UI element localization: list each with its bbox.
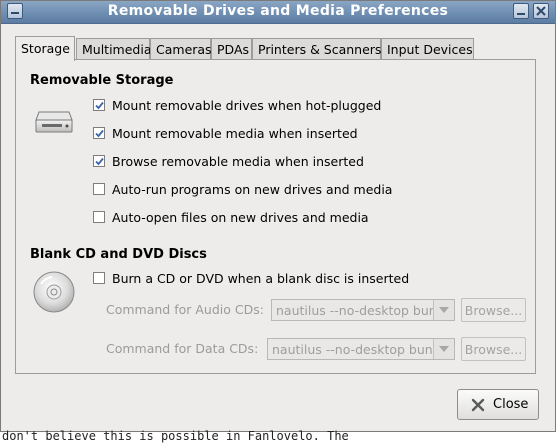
autorun-option[interactable]: Auto-run programs on new drives and medi… <box>93 182 513 198</box>
close-button-label: Close <box>493 397 529 412</box>
close-icon <box>471 398 485 412</box>
tab-printers-scanners[interactable]: Printers & Scanners <box>252 38 381 60</box>
chevron-down-icon[interactable] <box>433 300 454 320</box>
browse-media-option[interactable]: Browse removable media when inserted <box>93 154 513 170</box>
autorun-checkbox[interactable] <box>93 183 105 195</box>
data-browse-button[interactable]: Browse... <box>461 337 526 361</box>
data-cd-command-combo[interactable]: nautilus --no-desktop bun <box>267 338 455 360</box>
autoopen-option[interactable]: Auto-open files on new drives and media <box>93 210 513 226</box>
close-window-icon[interactable] <box>533 3 549 19</box>
data-cd-command-value: nautilus --no-desktop bun <box>272 342 433 357</box>
browse-media-checkbox[interactable] <box>93 155 105 167</box>
background-terminal-text: don't believe this is possible in Fanlov… <box>2 429 349 443</box>
audio-cd-command-combo[interactable]: nautilus --no-desktop bun <box>271 299 455 321</box>
tab-storage[interactable]: Storage <box>15 36 75 61</box>
tab-cameras[interactable]: Cameras <box>150 38 212 60</box>
tab-multimedia[interactable]: Multimedia <box>76 38 152 60</box>
tab-pdas[interactable]: PDAs <box>211 38 252 60</box>
audio-cd-command-label: Command for Audio CDs: <box>106 302 264 317</box>
browse-media-label: Browse removable media when inserted <box>112 154 364 169</box>
tab-input-devices[interactable]: Input Devices <box>381 38 474 60</box>
autoopen-label: Auto-open files on new drives and media <box>112 210 369 225</box>
audio-cd-command-value: nautilus --no-desktop bun <box>276 303 437 318</box>
burn-disc-checkbox[interactable] <box>93 272 105 284</box>
chevron-down-icon[interactable] <box>433 339 454 359</box>
window-title: Removable Drives and Media Preferences <box>107 3 449 19</box>
cd-icon <box>33 271 75 313</box>
removable-storage-heading: Removable Storage <box>30 73 174 88</box>
autorun-label: Auto-run programs on new drives and medi… <box>112 182 393 197</box>
autoopen-checkbox[interactable] <box>93 211 105 223</box>
mount-media-label: Mount removable media when inserted <box>112 126 358 141</box>
mount-media-option[interactable]: Mount removable media when inserted <box>93 126 513 142</box>
burn-disc-label: Burn a CD or DVD when a blank disc is in… <box>112 271 410 286</box>
title-bar[interactable]: Removable Drives and Media Preferences <box>1 1 555 24</box>
data-cd-command-label: Command for Data CDs: <box>106 341 259 356</box>
mount-media-checkbox[interactable] <box>93 127 105 139</box>
preferences-window: Removable Drives and Media Preferences S… <box>0 0 556 432</box>
storage-panel: Removable Storage Mount removable drives… <box>15 59 536 374</box>
mount-drives-option[interactable]: Mount removable drives when hot-plugged <box>93 98 513 114</box>
burn-disc-option[interactable]: Burn a CD or DVD when a blank disc is in… <box>93 271 513 287</box>
close-button[interactable]: Close <box>457 389 539 420</box>
audio-browse-button[interactable]: Browse... <box>461 298 526 322</box>
minimize-icon[interactable] <box>513 3 529 19</box>
mount-drives-label: Mount removable drives when hot-plugged <box>112 98 382 113</box>
blank-discs-heading: Blank CD and DVD Discs <box>30 247 207 262</box>
drive-icon <box>35 111 73 133</box>
mount-drives-checkbox[interactable] <box>93 99 105 111</box>
